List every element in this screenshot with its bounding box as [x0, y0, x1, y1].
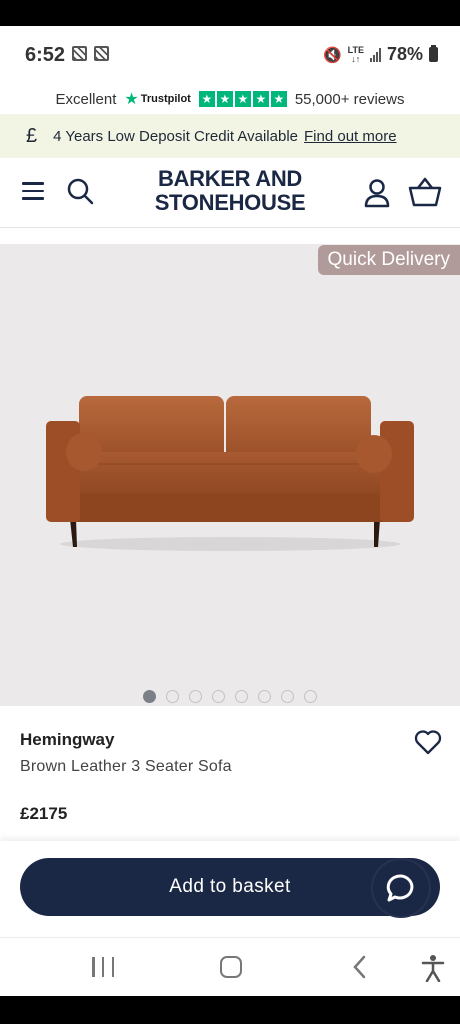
credit-banner-text: 4 Years Low Deposit Credit Available	[53, 127, 299, 145]
find-out-more-link[interactable]: Find out more	[304, 128, 397, 145]
carousel-dot[interactable]	[281, 690, 294, 703]
carousel-dot[interactable]	[212, 690, 225, 703]
quick-delivery-badge: Quick Delivery	[317, 245, 460, 275]
trustpilot-stars: ★ ★ ★ ★ ★	[198, 91, 287, 107]
recent-apps-icon[interactable]	[92, 957, 114, 977]
sofa-image	[46, 396, 414, 551]
battery-level: 78%	[386, 44, 423, 64]
product-image-carousel[interactable]: Quick Delivery	[0, 244, 460, 706]
star-icon: ★	[234, 91, 251, 107]
trustpilot-rating-word: Excellent	[55, 90, 117, 108]
mute-icon: 🔇	[322, 46, 342, 64]
carousel-dot[interactable]	[166, 690, 179, 703]
credit-banner: £ 4 Years Low Deposit Credit Available F…	[0, 114, 460, 158]
star-icon: ★	[270, 91, 287, 107]
account-icon[interactable]	[363, 178, 391, 208]
carousel-dot[interactable]	[304, 690, 317, 703]
wishlist-heart-icon[interactable]	[414, 729, 442, 755]
product-info: Hemingway Brown Leather 3 Seater Sofa £2…	[0, 706, 460, 841]
product-price: £2175	[20, 804, 68, 823]
carousel-dot[interactable]	[189, 690, 202, 703]
star-icon: ★	[198, 91, 215, 107]
home-icon[interactable]	[220, 956, 242, 978]
battery-icon	[429, 45, 438, 62]
notification-icon	[72, 46, 87, 61]
star-icon: ★	[252, 91, 269, 107]
chat-icon	[386, 874, 414, 902]
trustpilot-star-icon: ★	[124, 91, 139, 108]
pound-icon: £	[26, 124, 38, 147]
star-icon: ★	[216, 91, 233, 107]
trustpilot-bar[interactable]: Excellent ★ Trustpilot ★ ★ ★ ★ ★ 55,000+…	[0, 84, 460, 114]
product-name: Hemingway	[20, 730, 115, 749]
notification-icon	[94, 46, 109, 61]
trustpilot-review-count: 55,000+ reviews	[294, 90, 405, 108]
status-indicators: 🔇 LTE ↓↑ 78%	[323, 44, 438, 65]
carousel-dot[interactable]	[258, 690, 271, 703]
status-bar: 6:52 🔇 LTE ↓↑ 78%	[0, 26, 460, 84]
sticky-action-bar: Add to basket	[0, 841, 460, 937]
network-icon: LTE ↓↑	[347, 44, 364, 64]
basket-icon[interactable]	[408, 176, 442, 208]
brand-logo[interactable]: BARKER AND STONEHOUSE	[0, 167, 460, 215]
signal-icon	[369, 47, 381, 62]
status-time: 6:52	[25, 44, 66, 66]
carousel-dot[interactable]	[143, 690, 156, 703]
accessibility-icon[interactable]	[420, 954, 446, 982]
chat-button[interactable]	[373, 860, 429, 916]
site-header: BARKER AND STONEHOUSE	[0, 158, 460, 228]
device-bottom-bezel	[0, 996, 460, 1024]
back-icon[interactable]	[350, 953, 370, 981]
product-description: Brown Leather 3 Seater Sofa	[20, 758, 232, 775]
trustpilot-logo: ★ Trustpilot	[124, 91, 191, 108]
screen: 6:52 🔇 LTE ↓↑ 78% Excellent ★ Trustpilot …	[0, 26, 460, 996]
system-nav-bar	[0, 937, 460, 996]
device-top-bezel	[0, 0, 460, 26]
carousel-dot[interactable]	[235, 690, 248, 703]
carousel-dots	[0, 690, 460, 703]
